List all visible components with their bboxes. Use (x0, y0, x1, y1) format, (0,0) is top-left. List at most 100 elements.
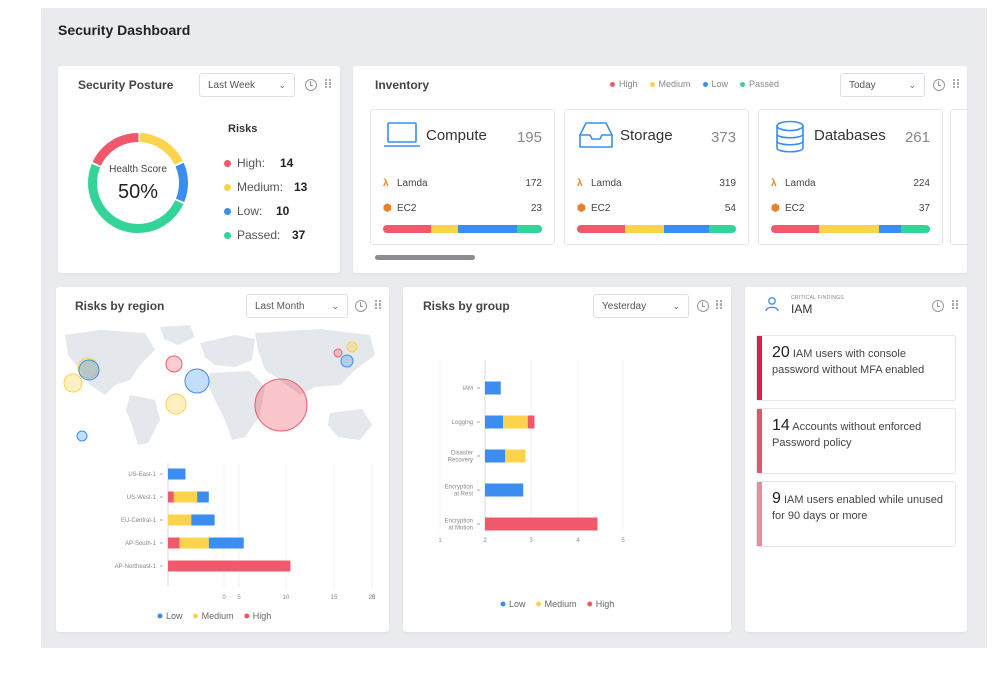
stack-segment (818, 225, 880, 233)
stack-segment (516, 225, 542, 233)
bar-low (485, 381, 501, 395)
legend-dot (702, 82, 708, 88)
risk-label: High: (237, 156, 266, 170)
inventory-item-card[interactable]: Compute 195 λ Lamda 172 ⬢ EC2 23 (370, 109, 555, 245)
inventory-resource-row: λ Lamda 319 (577, 178, 736, 189)
bar-low (485, 483, 524, 497)
drag-handle-icon[interactable] (952, 300, 958, 312)
posture-period-select[interactable]: Last Week ⌄ (199, 73, 295, 97)
chevron-down-icon: ⌄ (278, 79, 286, 90)
inventory-title: Inventory (375, 78, 430, 92)
y-tick-label: Disaster (451, 451, 473, 457)
resource-value: 172 (525, 178, 542, 189)
risks-by-region-title: Risks by region (75, 299, 165, 313)
region-bubble (76, 430, 88, 442)
risks-by-region-chart: 0 5 10 15 2025US-East-1US-West-1EU-Central-1… (115, 463, 376, 621)
stack-segment (901, 225, 930, 233)
region-bubble (340, 354, 354, 368)
iam-finding-count: 20 (772, 344, 790, 361)
bar-medium (173, 491, 198, 503)
bar-medium (503, 415, 528, 429)
horizontal-scrollbar[interactable] (375, 255, 475, 260)
stack-segment (457, 225, 517, 233)
iam-finding-description: IAM users with console password without … (772, 348, 925, 376)
legend-label: Medium (658, 79, 691, 89)
stack-segment (624, 225, 665, 233)
chevron-down-icon: ⌄ (672, 300, 680, 311)
iam-finding-item[interactable]: 20 IAM users with console password witho… (756, 335, 956, 401)
stack-segment (664, 225, 709, 233)
clock-icon[interactable] (355, 300, 367, 312)
risk-row: High: 14 (224, 156, 324, 172)
risk-value: 13 (294, 180, 308, 194)
iam-finding-description: IAM users enabled while unused for 90 da… (772, 494, 943, 522)
map-south-america (126, 395, 160, 445)
inventory-legend: High Medium Low Passed (610, 79, 791, 89)
drag-handle-icon[interactable] (325, 79, 331, 91)
x-tick-label: 15 (331, 595, 338, 601)
legend-dot (500, 601, 506, 607)
group-period-select[interactable]: Yesterday ⌄ (593, 294, 689, 318)
clock-icon[interactable] (933, 79, 945, 91)
health-score-value: 50% (117, 181, 159, 203)
inventory-resource-row: λ Lamda 224 (771, 178, 930, 189)
drag-handle-icon[interactable] (716, 300, 722, 312)
region-period-select[interactable]: Last Month ⌄ (246, 294, 348, 318)
clock-icon[interactable] (697, 300, 709, 312)
risk-row: Passed: 37 (224, 228, 324, 244)
resource-label: EC2 (397, 203, 417, 214)
y-tick-label: at Rest (454, 492, 473, 498)
legend-label: Low (166, 611, 183, 621)
map-greenland (160, 325, 195, 345)
legend-dot (536, 601, 542, 607)
legend-dot (157, 613, 163, 619)
risk-label: Passed: (237, 228, 281, 242)
x-tick-label: 2 (483, 538, 487, 544)
drag-handle-icon[interactable] (953, 79, 959, 91)
legend-label: Passed (749, 79, 780, 89)
legend-dot (587, 601, 593, 607)
iam-finding-item[interactable]: 9 IAM users enabled while unused for 90 … (756, 481, 956, 547)
health-score-label: Health Score (109, 164, 167, 175)
inventory-item-count: 373 (710, 129, 736, 146)
inventory-item-card[interactable]: Storage 373 λ Lamda 319 ⬢ EC2 54 (564, 109, 749, 245)
stack-segment (383, 225, 431, 233)
bar-medium (168, 514, 192, 526)
drag-handle-icon[interactable] (375, 300, 381, 312)
inventory-period-select[interactable]: Today ⌄ (840, 73, 925, 97)
region-bubble (165, 393, 187, 415)
donut-slice-medium (140, 133, 183, 165)
clock-icon[interactable] (305, 79, 317, 91)
legend-dot (610, 82, 615, 88)
iam-finding-text: 9 IAM users enabled while unused for 90 … (772, 491, 947, 524)
bar-high (485, 517, 598, 531)
severity-bar (757, 409, 762, 473)
stack-segment (771, 225, 819, 233)
risk-value: 14 (280, 156, 294, 170)
severity-stack-bar (383, 225, 542, 233)
legend-label: Low (711, 79, 729, 89)
bar-low (168, 468, 186, 480)
iam-finding-text: 14 Accounts without enforced Password po… (772, 418, 947, 451)
x-tick-label: 10 (283, 595, 290, 601)
risk-label: Medium: (237, 180, 284, 194)
y-tick-label: AP-Northeast-1 (115, 564, 157, 570)
bar-low (485, 449, 506, 463)
legend-label: Medium (202, 611, 234, 621)
clock-icon[interactable] (932, 300, 944, 312)
iam-finding-count: 14 (772, 417, 790, 434)
bar-low (208, 537, 244, 549)
x-tick-label: 5 (621, 538, 625, 544)
world-map (63, 325, 375, 445)
legend-label: Medium (545, 599, 577, 609)
resource-value: 23 (530, 203, 542, 214)
stack-segment (708, 225, 736, 233)
legend-label: High (596, 599, 615, 609)
iam-finding-item[interactable]: 14 Accounts without enforced Password po… (756, 408, 956, 474)
legend-dot (740, 82, 746, 88)
inventory-resource-row: λ Lamda 172 (383, 178, 542, 189)
legend-label: High (253, 611, 272, 621)
legend-item: Passed (740, 79, 779, 89)
bar-medium (505, 449, 526, 463)
inventory-item-card[interactable]: Databases 261 λ Lamda 224 ⬢ EC2 37 (758, 109, 943, 245)
